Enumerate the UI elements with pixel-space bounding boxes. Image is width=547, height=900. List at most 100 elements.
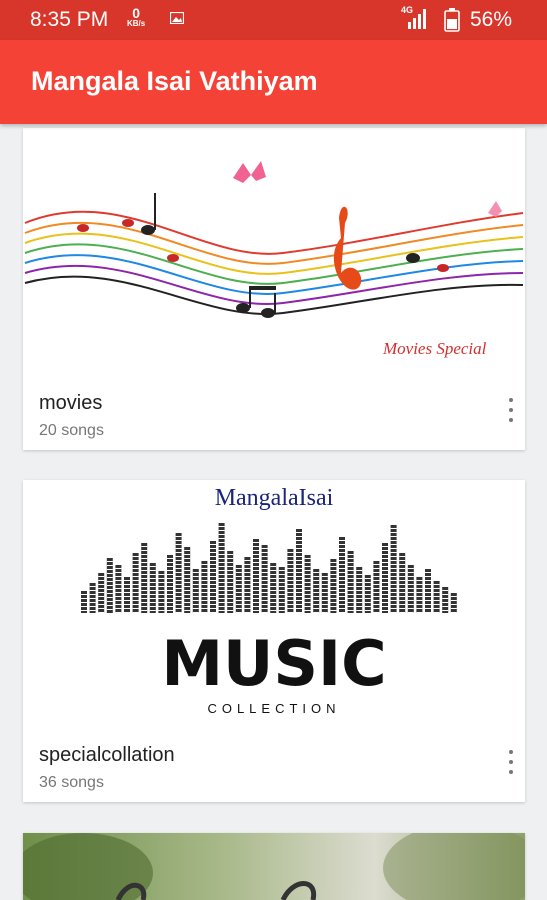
equalizer-segment-line xyxy=(227,554,234,555)
equalizer-segment-line xyxy=(382,566,388,567)
equalizer-segment-line xyxy=(149,582,156,583)
equalizer-segment-line xyxy=(373,584,380,585)
equalizer-segment-line xyxy=(167,594,173,595)
equalizer-segment-line xyxy=(270,594,277,595)
equalizer-segment-line xyxy=(304,566,311,567)
equalizer-segment-line xyxy=(124,604,130,605)
equalizer-segment-line xyxy=(201,600,208,601)
equalizer-segment-line xyxy=(235,568,242,569)
equalizer-segment-line xyxy=(244,596,251,597)
equalizer-segment-line xyxy=(261,596,268,597)
equalizer-segment-line xyxy=(115,568,122,569)
equalizer-segment-line xyxy=(278,610,285,611)
equalizer-segment-line xyxy=(442,602,449,603)
equalizer-segment-line xyxy=(382,570,388,571)
equalizer-segment-line xyxy=(98,592,105,593)
equalizer-segment-line xyxy=(235,608,242,609)
equalizer-segment-line xyxy=(158,590,165,591)
equalizer-segment-line xyxy=(149,574,156,575)
equalizer-segment-line xyxy=(253,610,259,611)
equalizer-segment-line xyxy=(278,590,285,591)
equalizer-segment-line xyxy=(89,610,96,611)
equalizer-segment-line xyxy=(106,585,113,586)
equalizer-segment-line xyxy=(132,576,139,577)
equalizer-segment-line xyxy=(321,612,328,613)
playlist-card-3[interactable] xyxy=(23,833,525,900)
equalizer-segment-line xyxy=(416,604,423,605)
equalizer-segment-line xyxy=(106,565,113,566)
equalizer-segment-line xyxy=(382,586,388,587)
equalizer-segment-line xyxy=(278,606,285,607)
equalizer-segment-line xyxy=(235,604,242,605)
equalizer-segment-line xyxy=(89,594,96,595)
equalizer-segment-line xyxy=(235,596,242,597)
playlist-card-movies[interactable]: Movies Special movies 20 songs xyxy=(23,128,525,450)
equalizer-segment-line xyxy=(425,588,431,589)
equalizer-segment-line xyxy=(175,544,182,545)
equalizer-segment-line xyxy=(167,570,173,571)
app-bar: Mangala Isai Vathiyam xyxy=(0,40,547,124)
equalizer-segment-line xyxy=(270,586,277,587)
equalizer-segment-line xyxy=(425,608,431,609)
equalizer-segment-line xyxy=(382,554,388,555)
equalizer-segment-line xyxy=(356,610,363,611)
equalizer-segment-line xyxy=(124,588,130,589)
equalizer-segment-line xyxy=(399,596,406,597)
equalizer-segment-line xyxy=(347,602,354,603)
equalizer-segment-line xyxy=(407,612,414,613)
equalizer-segment-line xyxy=(416,600,423,601)
equalizer-segment-line xyxy=(296,584,302,585)
equalizer-segment-line xyxy=(390,564,397,565)
equalizer-segment-line xyxy=(158,594,165,595)
overflow-menu-icon[interactable] xyxy=(507,750,515,774)
equalizer-segment-line xyxy=(192,576,199,577)
equalizer-segment-line xyxy=(201,604,208,605)
equalizer-segment-line xyxy=(339,584,345,585)
playlist-artwork[interactable]: MangalaIsai MUSIC COLLECTION xyxy=(23,480,525,720)
equalizer-segment-line xyxy=(407,596,414,597)
equalizer-segment-line xyxy=(399,604,406,605)
equalizer-segment-line xyxy=(175,560,182,561)
equalizer-segment-line xyxy=(304,610,311,611)
equalizer-segment-line xyxy=(184,590,191,591)
equalizer-segment-line xyxy=(407,580,414,581)
network-speed-unit: KB/s xyxy=(127,19,146,28)
equalizer-segment-line xyxy=(339,592,345,593)
equalizer-segment-line xyxy=(175,576,182,577)
equalizer-segment-line xyxy=(296,556,302,557)
equalizer-segment-line xyxy=(399,584,406,585)
equalizer-segment-line xyxy=(390,576,397,577)
playlist-card-specialcollation[interactable]: MangalaIsai MUSIC COLLECTION specialcoll… xyxy=(23,480,525,802)
equalizer-segment-line xyxy=(347,594,354,595)
equalizer-segment-line xyxy=(201,572,208,573)
equalizer-segment-line xyxy=(347,578,354,579)
equalizer-segment-line xyxy=(141,610,148,611)
equalizer-segment-line xyxy=(416,592,423,593)
equalizer-segment-line xyxy=(296,572,302,573)
equalizer-segment-line xyxy=(425,600,431,601)
equalizer-segment-line xyxy=(261,548,268,549)
equalizer-segment-line xyxy=(261,556,268,557)
equalizer-segment-line xyxy=(425,596,431,597)
playlist-artwork[interactable] xyxy=(23,833,525,900)
equalizer-segment-line xyxy=(106,573,113,574)
equalizer-segment-line xyxy=(433,612,440,613)
equalizer-segment-line xyxy=(184,578,191,579)
equalizer-segment-line xyxy=(270,566,277,567)
equalizer-segment-line xyxy=(450,596,457,597)
equalizer-segment-line xyxy=(382,578,388,579)
equalizer-segment-line xyxy=(373,600,380,601)
equalizer-segment-line xyxy=(287,592,294,593)
overflow-menu-icon[interactable] xyxy=(507,398,515,422)
equalizer-segment-line xyxy=(115,588,122,589)
equalizer-segment-line xyxy=(167,566,173,567)
equalizer-segment-line xyxy=(442,590,449,591)
equalizer-segment-line xyxy=(218,550,225,551)
playlist-artwork[interactable]: Movies Special xyxy=(23,128,525,368)
equalizer-segment-line xyxy=(253,590,259,591)
equalizer-segment-line xyxy=(218,542,225,543)
equalizer-segment-line xyxy=(227,578,234,579)
equalizer-segment-line xyxy=(287,556,294,557)
equalizer-segment-line xyxy=(407,572,414,573)
equalizer-segment-line xyxy=(399,560,406,561)
